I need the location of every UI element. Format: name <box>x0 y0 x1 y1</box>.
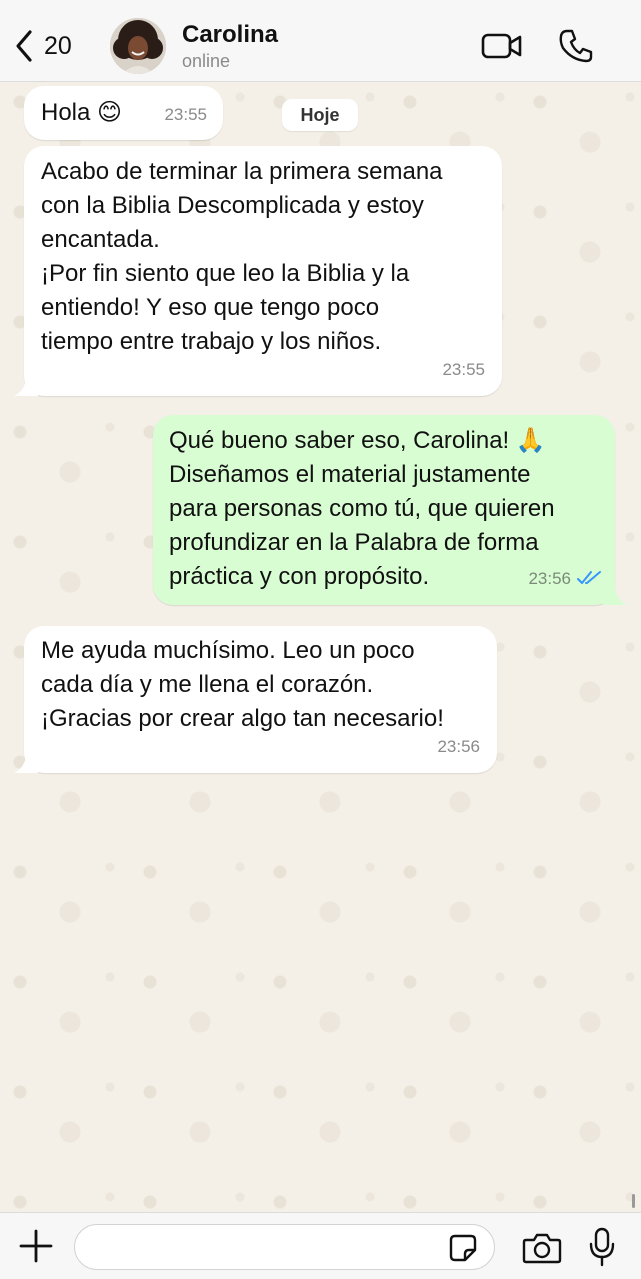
camera-button[interactable] <box>522 1231 562 1265</box>
message-text: Acabo de terminar la primera semana con … <box>41 158 443 355</box>
phone-icon <box>558 29 594 68</box>
composer-bar <box>0 1212 641 1279</box>
video-call-button[interactable] <box>481 30 523 62</box>
message-bubble-incoming[interactable]: Me ayuda muchísimo. Leo un poco cada día… <box>24 626 497 773</box>
message-bubble-outgoing[interactable]: Qué bueno saber eso, Carolina! 🙏 Diseñam… <box>153 415 615 605</box>
message-time: 23:56 <box>437 737 480 756</box>
bubble-tail <box>603 585 627 605</box>
avatar[interactable] <box>110 18 166 74</box>
read-receipt-icon <box>577 562 603 596</box>
plus-icon <box>18 1229 54 1268</box>
microphone-icon <box>588 1227 616 1271</box>
message-time: 23:56 <box>528 569 571 588</box>
message-bubble-incoming[interactable]: Acabo de terminar la primera semana con … <box>24 146 502 396</box>
chat-header: 20 Carolina online <box>0 0 641 82</box>
video-camera-icon <box>481 33 523 66</box>
sticker-button[interactable] <box>448 1233 478 1263</box>
message-text: Me ayuda muchísimo. Leo un poco cada día… <box>41 637 444 732</box>
chevron-left-icon <box>14 29 34 63</box>
scrollbar[interactable] <box>632 1194 635 1208</box>
attach-button[interactable] <box>18 1228 54 1264</box>
sticker-icon <box>448 1234 478 1267</box>
voice-call-button[interactable] <box>558 28 594 64</box>
bubble-tail <box>14 753 38 773</box>
contact-name[interactable]: Carolina <box>182 21 278 49</box>
voice-message-button[interactable] <box>588 1227 616 1267</box>
unread-count: 20 <box>44 31 72 60</box>
chat-screen: 20 Carolina online Hoje Hola 😊 23:55 Aca… <box>0 0 641 1279</box>
message-meta: 23:56 <box>528 562 603 596</box>
message-bubble-incoming[interactable]: Hola 😊 23:55 <box>24 86 223 140</box>
bubble-tail <box>14 376 38 396</box>
back-button[interactable]: 20 <box>14 26 72 66</box>
date-separator: Hoje <box>282 99 358 131</box>
message-time: 23:55 <box>164 105 207 124</box>
camera-icon <box>522 1233 562 1269</box>
message-time: 23:55 <box>442 360 485 379</box>
message-input[interactable] <box>74 1224 495 1270</box>
contact-status: online <box>182 51 231 71</box>
